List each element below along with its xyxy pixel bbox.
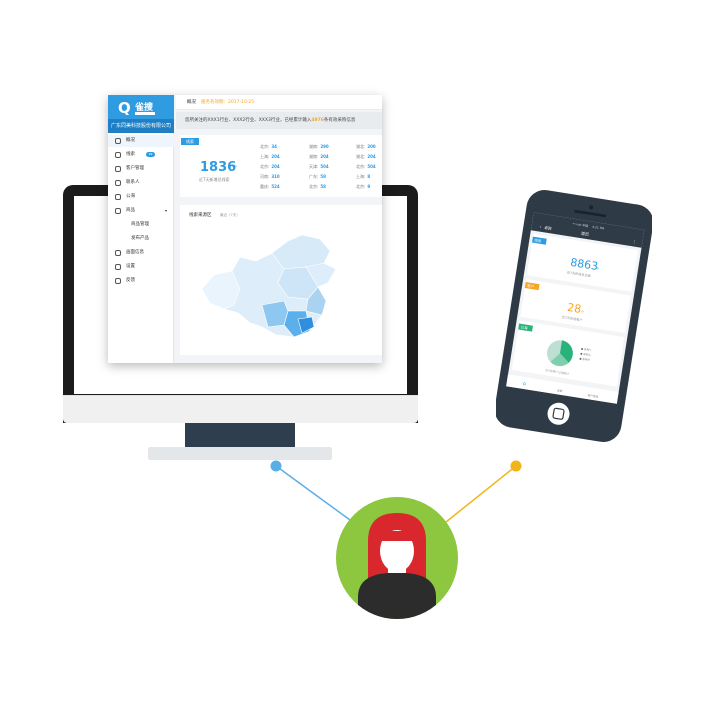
- connector-desktop: [275, 465, 351, 521]
- connector-lines: [270, 460, 522, 523]
- woman-icon: [358, 513, 436, 619]
- connector-dot-phone: [510, 460, 522, 472]
- connector-phone: [445, 465, 517, 523]
- connector-dot-desktop: [270, 460, 282, 472]
- user-avatar: [336, 497, 458, 619]
